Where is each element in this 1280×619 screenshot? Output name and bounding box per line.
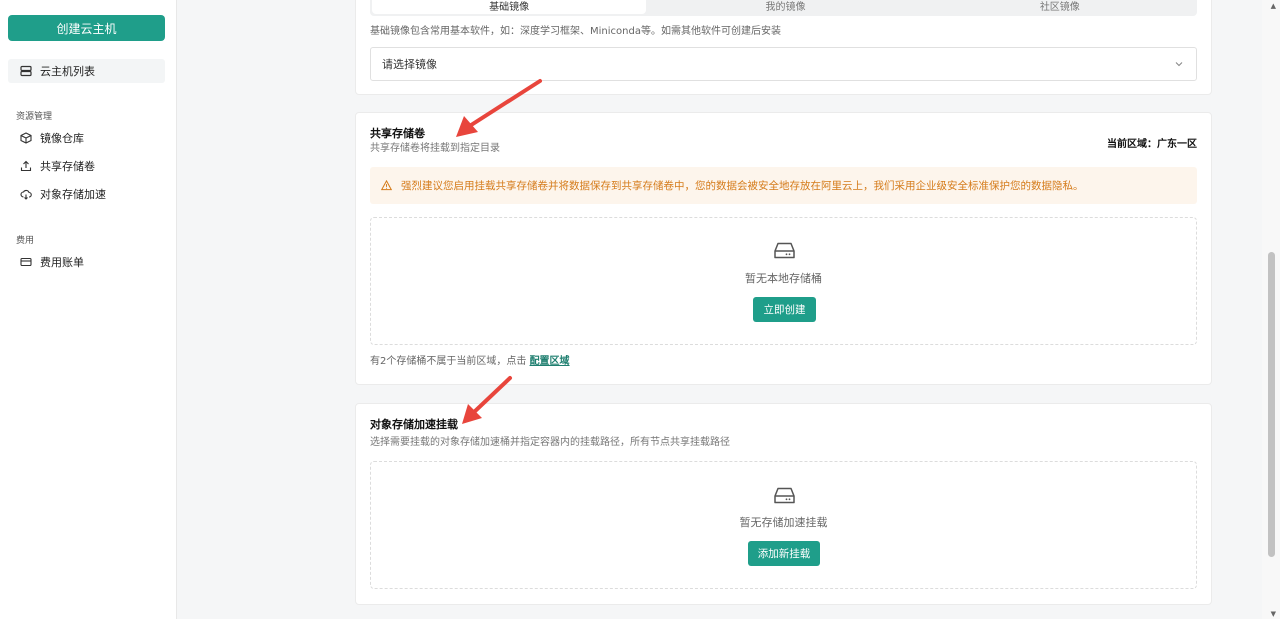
tab-community-image[interactable]: 社区镜像 [923, 0, 1197, 16]
card-icon [20, 256, 36, 268]
sidebar-item-oss-accel[interactable]: 对象存储加速 [8, 182, 165, 206]
shared-storage-subtitle: 共享存储卷将挂载到指定目录 [370, 143, 500, 154]
cloud-icon [20, 188, 36, 200]
warning-icon [381, 180, 392, 191]
scrollbar-thumb[interactable] [1268, 252, 1275, 557]
sidebar-item-label: 费用账单 [40, 256, 84, 269]
image-tabs: 基础镜像 我的镜像 社区镜像 [370, 0, 1197, 16]
cube-icon [20, 132, 36, 144]
sidebar-item-label: 云主机列表 [40, 65, 95, 78]
hard-drive-icon [774, 487, 795, 507]
empty-storage-box: 暂无本地存储桶 立即创建 [370, 217, 1197, 345]
sidebar-item-label: 对象存储加速 [40, 188, 106, 201]
warning-text: 强烈建议您启用挂载共享存储卷并将数据保存到共享存储卷中，您的数据会被安全地存放在… [401, 180, 1084, 192]
server-icon [20, 65, 36, 77]
scroll-up-icon[interactable]: ▲ [1271, 2, 1276, 10]
region-footnote: 有2个存储桶不属于当前区域，点击 配置区域 [370, 352, 570, 367]
empty-oss-box: 暂无存储加速挂载 添加新挂载 [370, 461, 1197, 589]
sidebar-item-image-repo[interactable]: 镜像仓库 [8, 126, 165, 150]
tab-base-image[interactable]: 基础镜像 [372, 0, 647, 14]
image-hint: 基础镜像包含常用基本软件，如：深度学习框架、Miniconda等。如需其他软件可… [370, 26, 781, 37]
oss-accel-subtitle: 选择需要挂载的对象存储加速桶并指定容器内的挂载路径，所有节点共享挂载路径 [370, 437, 730, 448]
sidebar-group-resources: 资源管理 [16, 112, 53, 122]
sidebar-item-shared-storage[interactable]: 共享存储卷 [8, 154, 165, 178]
scroll-down-icon[interactable]: ▼ [1271, 610, 1276, 618]
create-instance-button[interactable]: 创建云主机 [8, 15, 165, 41]
footnote-text: 有2个存储桶不属于当前区域，点击 [370, 356, 527, 367]
hard-drive-icon [774, 242, 795, 262]
image-select[interactable]: 请选择镜像 [370, 47, 1197, 81]
oss-accel-title: 对象存储加速挂载 [370, 418, 458, 431]
empty-oss-text: 暂无存储加速挂载 [739, 516, 828, 529]
sidebar-item-label: 镜像仓库 [40, 132, 84, 145]
add-mount-button[interactable]: 添加新挂载 [748, 541, 820, 566]
sidebar-item-instances[interactable]: 云主机列表 [8, 59, 165, 83]
tab-my-image[interactable]: 我的镜像 [648, 0, 922, 16]
sidebar-group-billing: 费用 [16, 236, 35, 246]
chevron-down-icon [1174, 59, 1184, 72]
sidebar-item-billing[interactable]: 费用账单 [8, 250, 165, 274]
storage-warning: 强烈建议您启用挂载共享存储卷并将数据保存到共享存储卷中，您的数据会被安全地存放在… [370, 167, 1197, 204]
sidebar-item-label: 共享存储卷 [40, 160, 95, 173]
sidebar: 创建云主机 云主机列表 资源管理 镜像仓库 共享存储卷 对象存储加速 费用 费用… [0, 0, 177, 619]
empty-storage-text: 暂无本地存储桶 [745, 272, 822, 285]
current-region: 当前区域：广东一区 [1107, 139, 1197, 150]
image-select-placeholder: 请选择镜像 [382, 58, 437, 71]
configure-region-link[interactable]: 配置区域 [530, 356, 570, 367]
create-storage-button[interactable]: 立即创建 [753, 297, 816, 322]
upload-icon [20, 160, 36, 172]
